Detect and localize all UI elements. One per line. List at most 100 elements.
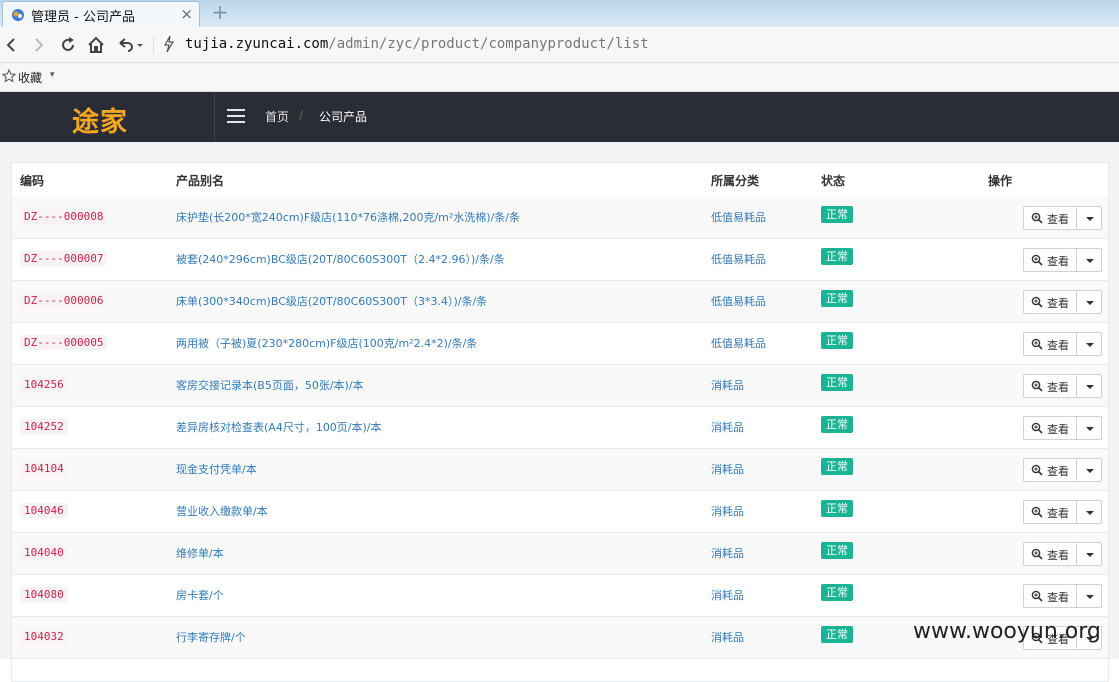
view-button[interactable]: 查看	[1023, 416, 1077, 440]
table-row: DZ----000005 两用被（子被)夏(230*280cm)F级店(100克…	[12, 323, 1108, 365]
table-header: 编码 产品别名 所属分类 状态 操作	[12, 163, 1108, 198]
product-category-link[interactable]: 消耗品	[711, 587, 744, 603]
product-name-link[interactable]: 客房交接记录本(B5页面，50张/本)/本	[176, 377, 364, 393]
view-button[interactable]: 查看	[1023, 458, 1077, 482]
caret-down-icon	[1086, 511, 1094, 515]
star-icon[interactable]	[2, 69, 16, 83]
url-host: tujia.zyuncai.com	[185, 36, 329, 52]
view-button-label: 查看	[1047, 297, 1069, 310]
speed-mode-icon[interactable]	[162, 34, 176, 54]
product-code: DZ----000008	[20, 209, 108, 224]
watermark: www.wooyun.org	[913, 619, 1101, 644]
view-button[interactable]: 查看	[1023, 374, 1077, 398]
browser-tab-bar: 管理员 - 公司产品 × +	[0, 0, 1119, 27]
view-button-label: 查看	[1047, 213, 1069, 226]
caret-down-icon	[1086, 301, 1094, 305]
product-name-link[interactable]: 营业收入缴款单/本	[176, 503, 268, 519]
view-button[interactable]: 查看	[1023, 500, 1077, 524]
back-icon[interactable]	[2, 35, 22, 55]
product-category-link[interactable]: 低值易耗品	[711, 335, 766, 351]
status-badge: 正常	[821, 290, 853, 307]
url-path: /admin/zyc/product/companyproduct/list	[328, 36, 649, 52]
home-icon[interactable]	[86, 35, 106, 55]
product-category-link[interactable]: 低值易耗品	[711, 251, 766, 267]
zoom-in-icon	[1031, 464, 1043, 476]
product-name-link[interactable]: 被套(240*296cm)BC级店(20T/80C60S300T（2.4*2.9…	[176, 251, 505, 267]
view-button[interactable]: 查看	[1023, 206, 1077, 230]
table-row: 104080 房卡套/个 消耗品 正常 查看	[12, 575, 1108, 617]
product-name-link[interactable]: 差异房核对检查表(A4尺寸，100页/本)/本	[176, 419, 382, 435]
zoom-in-icon	[1031, 380, 1043, 392]
table-row: 104252 差异房核对检查表(A4尺寸，100页/本)/本 消耗品 正常 查看	[12, 407, 1108, 449]
view-button-label: 查看	[1047, 423, 1069, 436]
view-button[interactable]: 查看	[1023, 332, 1077, 356]
product-name-link[interactable]: 两用被（子被)夏(230*280cm)F级店(100克/m²2.4*2)/条/条	[176, 335, 477, 351]
refresh-icon[interactable]	[58, 35, 78, 55]
product-name-link[interactable]: 房卡套/个	[176, 587, 224, 603]
product-code: 104256	[20, 377, 68, 392]
menu-toggle-icon[interactable]	[227, 109, 245, 123]
product-name-link[interactable]: 床护垫(长200*宽240cm)F级店(110*76涤棉,200克/m²水洗棉)…	[176, 209, 520, 225]
zoom-in-icon	[1031, 548, 1043, 560]
product-name-link[interactable]: 行李寄存牌/个	[176, 629, 246, 645]
action-dropdown-button[interactable]	[1076, 332, 1102, 356]
product-category-link[interactable]: 消耗品	[711, 503, 744, 519]
product-category-link[interactable]: 低值易耗品	[711, 293, 766, 309]
zoom-in-icon	[1031, 338, 1043, 350]
column-header-status: 状态	[821, 174, 846, 188]
site-favicon-icon	[12, 9, 24, 21]
product-category-link[interactable]: 消耗品	[711, 461, 744, 477]
view-button[interactable]: 查看	[1023, 584, 1077, 608]
caret-down-icon	[1086, 385, 1094, 389]
action-dropdown-button[interactable]	[1076, 458, 1102, 482]
product-category-link[interactable]: 低值易耗品	[711, 209, 766, 225]
view-button[interactable]: 查看	[1023, 248, 1077, 272]
app-header: 途家 首页 / 公司产品	[0, 92, 1119, 142]
product-name-link[interactable]: 现金支付凭单/本	[176, 461, 257, 477]
address-bar[interactable]: tujia.zyuncai.com/admin/zyc/product/comp…	[185, 36, 649, 52]
action-dropdown-button[interactable]	[1076, 584, 1102, 608]
action-dropdown-button[interactable]	[1076, 542, 1102, 566]
product-category-link[interactable]: 消耗品	[711, 629, 744, 645]
status-badge: 正常	[821, 206, 853, 223]
zoom-in-icon	[1031, 590, 1043, 602]
favorites-dropdown-icon[interactable]: ▾	[50, 70, 55, 80]
action-dropdown-button[interactable]	[1076, 416, 1102, 440]
new-tab-icon[interactable]: +	[210, 2, 230, 22]
favorites-label[interactable]: 收藏	[18, 69, 42, 86]
view-button[interactable]: 查看	[1023, 542, 1077, 566]
product-category-link[interactable]: 消耗品	[711, 545, 744, 561]
column-header-code: 编码	[20, 174, 45, 188]
address-separator	[153, 36, 154, 54]
view-button-label: 查看	[1047, 465, 1069, 478]
close-tab-icon[interactable]: ×	[180, 5, 193, 23]
action-dropdown-button[interactable]	[1076, 248, 1102, 272]
caret-down-icon	[1086, 259, 1094, 263]
action-dropdown-button[interactable]	[1076, 500, 1102, 524]
view-button-label: 查看	[1047, 255, 1069, 268]
caret-down-icon	[1086, 343, 1094, 347]
forward-icon[interactable]	[28, 35, 48, 55]
status-badge: 正常	[821, 332, 853, 349]
zoom-in-icon	[1031, 296, 1043, 308]
caret-down-icon	[1086, 469, 1094, 473]
product-category-link[interactable]: 消耗品	[711, 419, 744, 435]
product-name-link[interactable]: 床单(300*340cm)BC级店(20T/80C60S300T（3*3.4）)…	[176, 293, 487, 309]
breadcrumb-home[interactable]: 首页	[265, 108, 289, 125]
status-badge: 正常	[821, 626, 853, 643]
browser-tab[interactable]: 管理员 - 公司产品 ×	[2, 1, 200, 27]
view-button[interactable]: 查看	[1023, 290, 1077, 314]
action-dropdown-button[interactable]	[1076, 206, 1102, 230]
caret-down-icon	[1086, 553, 1094, 557]
action-dropdown-button[interactable]	[1076, 374, 1102, 398]
product-table-panel: 编码 产品别名 所属分类 状态 操作 DZ----000008 床护垫(长200…	[11, 162, 1109, 682]
undo-close-tab-icon[interactable]	[114, 35, 146, 55]
status-badge: 正常	[821, 500, 853, 517]
action-dropdown-button[interactable]	[1076, 290, 1102, 314]
product-category-link[interactable]: 消耗品	[711, 377, 744, 393]
zoom-in-icon	[1031, 212, 1043, 224]
app-logo[interactable]: 途家	[72, 100, 128, 139]
view-button-label: 查看	[1047, 381, 1069, 394]
product-name-link[interactable]: 维修单/本	[176, 545, 224, 561]
browser-tab-title: 管理员 - 公司产品	[31, 10, 135, 25]
